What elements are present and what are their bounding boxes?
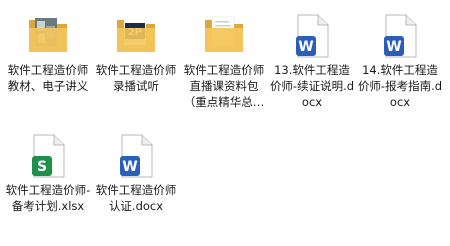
file-name: 软件工程造价师直播课资料包（重点精华总… [183,63,265,109]
file-name: 14.软件工程造价师-报考指南.docx [357,63,443,109]
folder-icon [205,16,243,52]
word-document-icon: W [296,14,329,58]
word-badge: W [386,39,401,55]
excel-spreadsheet-icon: S [32,134,65,178]
file-name: 软件工程造价师认证.docx [95,183,177,213]
file-name: 软件工程造价师教材、电子讲义 [7,63,89,93]
file-name: 13.软件工程造价师-续证说明.docx [269,63,355,109]
folder-icon [29,18,67,52]
file-name: 软件工程造价师-备考计划.xlsx [5,183,91,213]
folder-icon: 2P [117,17,155,52]
excel-badge: S [37,159,47,175]
word-badge: W [122,159,137,175]
word-document-icon: W [120,134,153,178]
file-name: 软件工程造价师录播试听 [95,63,177,93]
word-badge: W [298,39,313,55]
word-document-icon: W [384,14,417,58]
